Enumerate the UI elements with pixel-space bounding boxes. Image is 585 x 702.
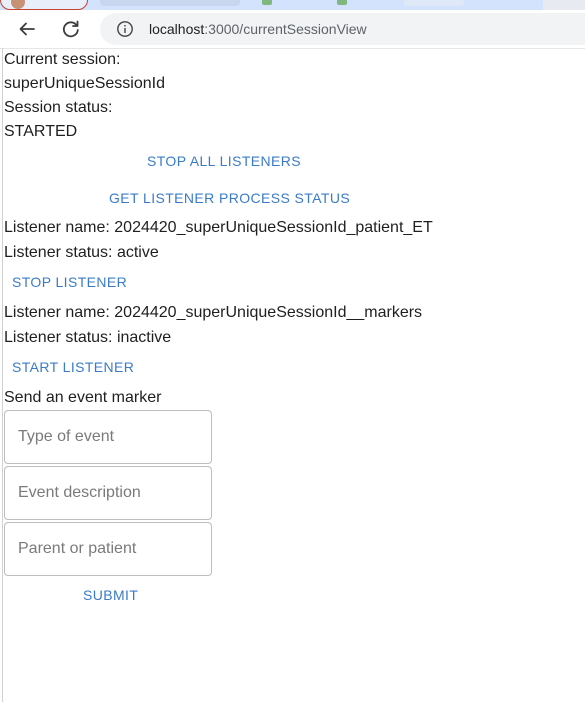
- listener-name: Listener name: 2024420_superUniqueSessio…: [4, 304, 423, 321]
- listener-name: Listener name: 2024420_superUniqueSessio…: [4, 219, 433, 236]
- reload-icon: [62, 20, 79, 38]
- reload-button[interactable]: [56, 14, 86, 44]
- event-type-input[interactable]: [18, 411, 198, 463]
- url-path: :3000/currentSessionView: [204, 21, 367, 37]
- parent-or-patient-field[interactable]: [4, 522, 212, 576]
- profile-tab[interactable]: [0, 0, 88, 10]
- back-button[interactable]: [12, 14, 42, 44]
- stop-listener-button[interactable]: STOP LISTENER: [12, 274, 127, 290]
- session-status-value: STARTED: [4, 123, 78, 140]
- listener-status: Listener status: active: [4, 244, 159, 261]
- event-description-field[interactable]: [4, 466, 212, 520]
- arrow-left-icon: [19, 22, 35, 36]
- browser-tab[interactable]: [404, 0, 464, 6]
- page-content: Current session: superUniqueSessionId Se…: [0, 48, 585, 702]
- window-controls[interactable]: [543, 0, 585, 10]
- submit-button[interactable]: SUBMIT: [83, 587, 138, 603]
- tab-strip: [0, 0, 585, 10]
- browser-tab[interactable]: [100, 0, 240, 6]
- stop-all-listeners-button[interactable]: STOP ALL LISTENERS: [147, 153, 301, 169]
- url-host: localhost: [149, 21, 205, 37]
- session-status-label: Session status:: [4, 99, 113, 116]
- listener-status: Listener status: inactive: [4, 329, 172, 346]
- session-id: superUniqueSessionId: [4, 75, 165, 92]
- start-listener-button[interactable]: START LISTENER: [12, 359, 134, 375]
- url-text: localhost:3000/currentSessionView: [149, 21, 367, 37]
- event-marker-heading: Send an event marker: [4, 389, 162, 406]
- browser-toolbar: localhost:3000/currentSessionView: [0, 10, 585, 49]
- current-session-label: Current session:: [4, 51, 121, 68]
- site-info-icon[interactable]: [116, 20, 134, 38]
- divider: [2, 48, 3, 702]
- event-type-field[interactable]: [4, 410, 212, 464]
- parent-or-patient-input[interactable]: [18, 523, 198, 575]
- get-listener-process-status-button[interactable]: GET LISTENER PROCESS STATUS: [109, 190, 350, 206]
- avatar: [11, 0, 25, 9]
- tab-favicon-icon: [262, 0, 272, 5]
- address-bar[interactable]: localhost:3000/currentSessionView: [100, 13, 585, 45]
- event-description-input[interactable]: [18, 467, 198, 519]
- tab-favicon-icon: [337, 0, 347, 5]
